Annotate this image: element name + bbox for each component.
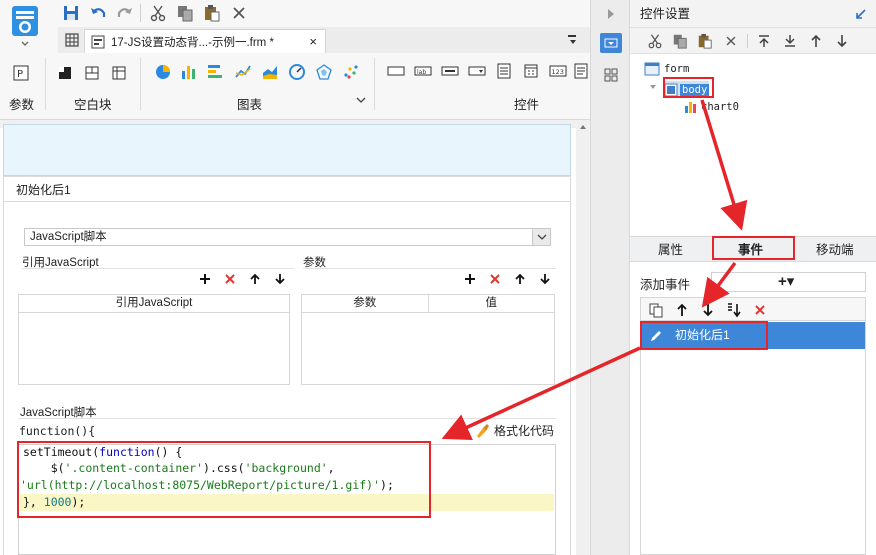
arrow-item-to-code bbox=[441, 346, 641, 440]
arrow-body-to-events bbox=[700, 99, 748, 231]
annotation-arrows bbox=[441, 99, 748, 440]
arrow-events-to-item bbox=[701, 261, 737, 308]
